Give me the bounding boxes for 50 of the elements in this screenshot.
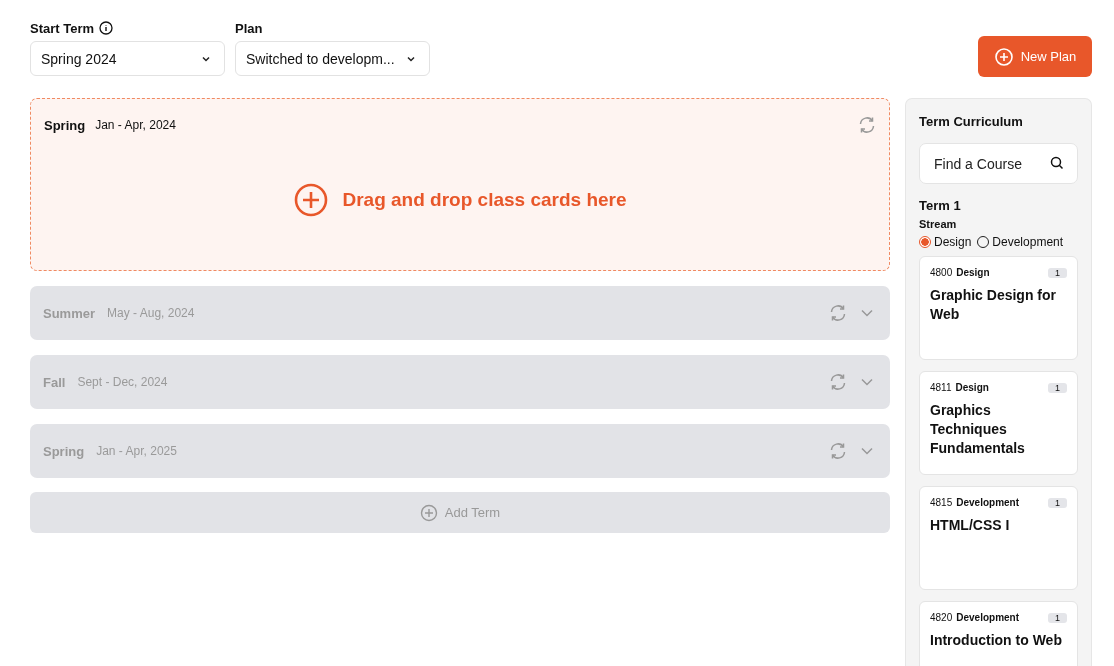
course-card[interactable]: 4811 Design 1 Graphics Techniques Fundamentals xyxy=(919,371,1078,475)
search-field[interactable]: Find a Course xyxy=(919,143,1078,184)
course-title: Introduction to Web xyxy=(930,631,1063,650)
course-code: 4820 xyxy=(930,612,953,623)
refresh-icon[interactable] xyxy=(828,372,848,392)
plan-select[interactable]: Switched to developm... xyxy=(235,41,430,76)
course-title: Graphics Techniques Fundamentals xyxy=(930,401,1026,458)
term-dates: Jan - Apr, 2024 xyxy=(95,118,176,132)
term-heading: Term 1 xyxy=(919,198,962,213)
course-stream: Design xyxy=(955,382,989,393)
credit-badge: 1 xyxy=(1048,497,1067,508)
term-dates: May - Aug, 2024 xyxy=(107,306,195,320)
credit-badge: 1 xyxy=(1048,612,1067,623)
field-label: Plan xyxy=(235,20,263,36)
term-dates: Jan - Apr, 2025 xyxy=(96,444,177,458)
course-code: 4800 xyxy=(930,267,953,278)
plus-circle-icon xyxy=(419,503,438,522)
course-card[interactable]: 4800 Design 1 Graphic Design for Web xyxy=(919,256,1078,360)
course-title: HTML/CSS I xyxy=(930,516,1011,535)
start-term-select[interactable]: Spring 2024 xyxy=(30,41,225,76)
credit-badge: 1 xyxy=(1048,382,1067,393)
new-plan-button[interactable]: New Plan xyxy=(978,36,1092,77)
credit-badge: 1 xyxy=(1048,267,1067,278)
plus-circle-icon xyxy=(993,46,1014,67)
term-season: Summer xyxy=(43,305,96,321)
info-icon[interactable] xyxy=(99,21,114,35)
term-drop-zone[interactable]: Spring Jan - Apr, 2024 Drag and drop class cards here xyxy=(30,98,890,271)
term-dates: Sept - Dec, 2024 xyxy=(77,375,168,389)
course-code: 4815 xyxy=(930,497,953,508)
term-season: Spring xyxy=(43,443,85,459)
refresh-icon[interactable] xyxy=(857,115,877,135)
course-stream: Development xyxy=(956,497,1020,508)
course-code: 4811 xyxy=(930,382,952,393)
search-icon[interactable] xyxy=(1050,156,1064,170)
term-season: Spring xyxy=(44,117,86,133)
course-title: Graphic Design for Web xyxy=(930,286,1058,324)
refresh-icon[interactable] xyxy=(828,303,848,323)
term-season: Fall xyxy=(43,374,66,390)
stream-label: Stream xyxy=(919,218,958,230)
stream-radio[interactable]: Development xyxy=(977,235,1064,249)
course-card[interactable]: 4815 Development 1 HTML/CSS I xyxy=(919,486,1078,590)
plus-circle-icon xyxy=(294,183,329,217)
course-stream: Development xyxy=(956,612,1020,623)
drop-hint: Drag and drop class cards here xyxy=(342,189,627,211)
stream-radio[interactable]: Design xyxy=(919,235,972,249)
refresh-icon[interactable] xyxy=(828,441,848,461)
field-label: Start Term xyxy=(30,20,95,36)
course-stream: Design xyxy=(956,267,990,278)
course-card[interactable]: 4820 Development 1 Introduction to Web xyxy=(919,601,1078,666)
panel-title: Term Curriculum xyxy=(919,114,1024,129)
